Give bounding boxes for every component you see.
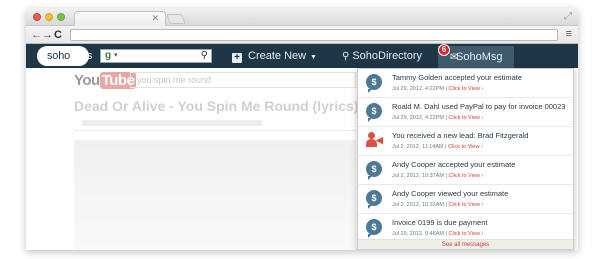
browser-window: ✕ ⤢ ← → C ≡ soho os g ▾ ⚲ + Create New ▼ [26,8,578,250]
message-item[interactable]: $ Tammy Golden accepted your estimate Ju… [358,69,573,98]
click-to-view-link[interactable]: Click to View › [448,115,483,121]
message-text: Roald M. Dahl used PayPal to pay for inv… [392,102,566,111]
click-to-view-link[interactable]: Click to View › [448,86,483,92]
click-to-view-link[interactable]: Click to View › [448,231,483,237]
messages-dropdown: $ Tammy Golden accepted your estimate Ju… [357,68,574,250]
zoom-window-icon[interactable] [57,13,65,21]
estimate-icon: $ [366,161,382,180]
click-to-view-link[interactable]: Click to View › [448,173,483,179]
divider [74,130,356,131]
browser-tab[interactable]: ✕ [74,11,166,26]
back-arrow-icon[interactable]: ← [31,28,42,42]
message-item[interactable]: $ Andy Cooper accepted your estimate Jul… [358,156,573,185]
fullscreen-icon[interactable]: ⤢ [564,11,572,22]
caret-down-icon: ▼ [308,54,317,61]
payment-icon: $ [366,219,382,238]
new-tab-button[interactable] [166,14,186,24]
logo-text: soho [47,50,71,62]
search-icon[interactable]: ⚲ [201,50,208,61]
logo-suffix: os [81,50,93,62]
video-meta-bar [82,120,262,126]
chevron-down-icon[interactable]: ▾ [114,51,118,59]
video-title: Dead Or Alive - You Spin Me Round (lyric… [74,98,359,114]
sohoos-logo[interactable]: soho os [37,46,93,66]
message-item[interactable]: $ Roald M. Dahl used PayPal to pay for i… [358,98,573,127]
address-bar[interactable] [70,29,558,41]
message-item[interactable]: $ Andy Cooper viewed your estimate Jul 2… [358,185,573,214]
browser-menu-icon[interactable]: ≡ [566,28,572,40]
tab-close-icon[interactable]: ✕ [151,13,159,24]
google-icon: g [105,50,112,61]
message-meta: Jul 29, 2012, 4:22PM | Click to View › [392,115,484,121]
message-date: Jul 2, 2012, 10:37AM [392,173,444,179]
message-text: You received a new lead: Brad Fitzgerald [392,131,529,140]
browser-toolbar: ← → C ≡ [26,26,578,44]
click-to-view-link[interactable]: Click to View › [448,202,483,208]
click-to-view-link[interactable]: Click to View › [448,144,483,150]
message-date: Jul 2, 2012, 10:32AM [392,202,444,208]
messages-label: SohoMsg [456,51,503,63]
message-date: Jul 29, 2012, 4:22PM [392,86,444,92]
payment-icon: $ [366,103,382,122]
message-meta: Jul 2, 2012, 10:32AM | Click to View › [392,202,484,208]
plus-icon: + [232,53,242,63]
directory-label: SohoDirectory [352,50,423,62]
directory-search-icon: ⚲ [342,51,350,62]
create-new-label: Create New [248,50,307,62]
message-meta: Jul 29, 2012, 9:48AM | Click to View › [392,231,484,237]
minimize-window-icon[interactable] [45,13,53,21]
see-all-messages-link[interactable]: See all messages [358,239,573,249]
soho-directory-link[interactable]: ⚲ SohoDirectory [342,44,422,68]
close-window-icon[interactable] [33,13,41,21]
message-text: Tammy Golden accepted your estimate [392,73,523,82]
message-text: Invoice 0199 is due payment [392,218,488,227]
video-player [74,140,356,250]
notification-badge: 6 [438,44,450,56]
message-item[interactable]: ◀ You received a new lead: Brad Fitzgera… [358,127,573,156]
message-meta: Jul 2, 2012, 11:14AM | Click to View › [392,144,483,150]
youtube-logo-you: You [74,72,100,89]
estimate-icon: $ [366,190,382,209]
message-meta: Jul 29, 2012, 4:22PM | Click to View › [392,86,484,92]
google-search-input[interactable]: g ▾ ⚲ [100,49,212,63]
sohoos-navbar: soho os g ▾ ⚲ + Create New ▼ ⚲ SohoDirecto… [26,44,578,68]
message-date: Jul 29, 2012, 9:48AM [392,231,444,237]
message-date: Jul 29, 2012, 4:22PM [392,115,444,121]
envelope-icon: ✉ [450,52,459,63]
arrow-left-icon: ◀ [376,135,383,145]
message-text: Andy Cooper viewed your estimate [392,189,509,198]
message-meta: Jul 2, 2012, 10:37AM | Click to View › [392,173,484,179]
message-date: Jul 2, 2012, 11:14AM [392,144,444,150]
reload-icon[interactable]: C [54,28,62,42]
youtube-search-input[interactable]: you spin me round [130,72,356,88]
screenshot-stage: ✕ ⤢ ← → C ≡ soho os g ▾ ⚲ + Create New ▼ [0,0,600,259]
browser-titlebar: ✕ ⤢ [26,8,578,26]
estimate-icon: $ [366,74,382,93]
lead-icon: ◀ [366,132,384,148]
forward-arrow-icon[interactable]: → [42,28,53,42]
lead-head [368,132,375,139]
youtube-logo: You Tube [74,72,137,89]
message-text: Andy Cooper accepted your estimate [392,160,516,169]
create-new-menu[interactable]: + Create New ▼ [232,44,317,68]
